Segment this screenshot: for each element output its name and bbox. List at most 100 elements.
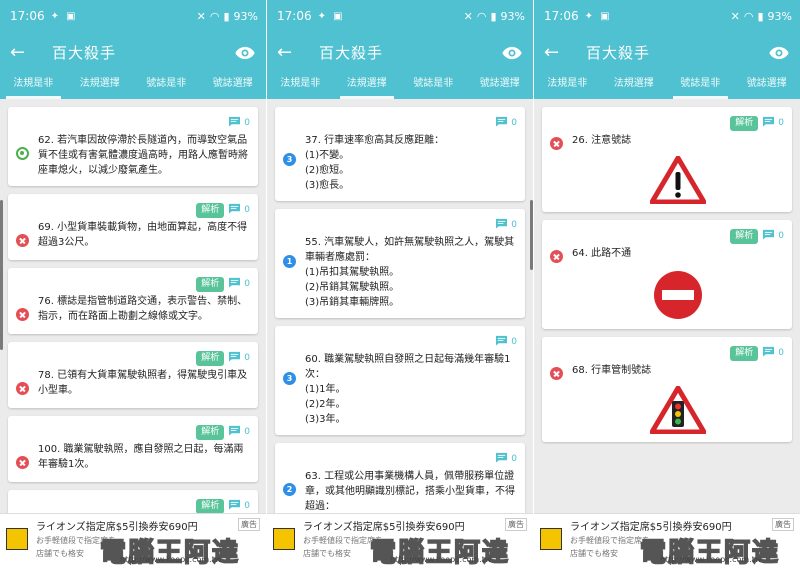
ad-label[interactable]: 廣告	[505, 518, 527, 531]
question-card[interactable]: 0155. 汽車駕駛人，如許無駕駛執照之人，駕駛其車輛者應處罰：(1)吊扣其駕駛…	[275, 209, 525, 318]
analysis-button[interactable]: 解析	[196, 425, 224, 440]
ad-banner[interactable]: ライオンズ指定席$5引換券安690円お手軽値段で指定席を、店舗でも格安廣告	[534, 513, 800, 563]
eye-icon[interactable]	[501, 45, 523, 59]
question-text: 76. 標誌是指管制道路交通，表示警告、禁制、指示，而在路面上勘劃之線條或文字。	[38, 294, 250, 324]
eye-icon[interactable]	[768, 45, 790, 59]
question-line: (3)愈長。	[305, 178, 517, 193]
answer-number-badge: 2	[283, 483, 296, 496]
tab-4[interactable]: 號誌選擇	[734, 72, 800, 99]
ad-label[interactable]: 廣告	[772, 518, 794, 531]
comment-button[interactable]: 0	[762, 116, 784, 130]
question-text: 100. 職業駕駛執照，應自發照之日起，每滿兩年審驗1次。	[38, 442, 250, 472]
question-text: 55. 汽車駕駛人，如許無駕駛執照之人，駕駛其車輛者應處罰：(1)吊扣其駕駛執照…	[305, 235, 517, 310]
ad-banner[interactable]: ライオンズ指定席$5引換券安690円お手軽値段で指定席を、店舗でも格安廣告	[267, 513, 533, 563]
back-arrow-icon[interactable]: ←	[544, 42, 566, 63]
comment-count: 0	[244, 279, 250, 289]
ad-logo-icon	[540, 528, 562, 550]
ad-label[interactable]: 廣告	[238, 518, 260, 531]
question-text: 69. 小型貨車裝載貨物，由地面算起，高度不得超過3公尺。	[38, 220, 250, 250]
ad-banner[interactable]: ライオンズ指定席$5引換券安690円お手軽値段で指定席を、店舗でも格安廣告	[0, 513, 266, 563]
tab-2[interactable]: 法規選擇	[601, 72, 668, 99]
question-card[interactable]: 062. 若汽車因故停滯於長隧道內，而導致空氣品質不佳或有害氣體濃度過高時，用路…	[8, 107, 258, 186]
question-card[interactable]: 解析 0 69. 小型貨車裝載貨物，由地面算起，高度不得超過3公尺。	[8, 194, 258, 260]
comment-icon	[495, 116, 508, 130]
analysis-button[interactable]: 解析	[730, 116, 758, 131]
analysis-button[interactable]: 解析	[196, 351, 224, 366]
ad-title: ライオンズ指定席$5引換券安690円	[36, 518, 198, 533]
question-line: (1)吊扣其駕駛執照。	[305, 265, 517, 280]
question-line: 37. 行車速率愈高其反應距離：	[305, 133, 517, 148]
tab-3[interactable]: 號誌是非	[667, 72, 734, 99]
signal-icon: ▮	[757, 10, 763, 23]
question-text: 63. 工程或公用事業機構人員，佩帶服務單位證章，或其他明顯識別標記，搭乘小型貨…	[305, 469, 517, 513]
comment-button[interactable]: 0	[228, 277, 250, 291]
comment-icon	[762, 229, 775, 243]
comment-count: 0	[511, 454, 517, 464]
analysis-button[interactable]: 解析	[196, 203, 224, 218]
wrong-icon	[16, 308, 29, 321]
comment-button[interactable]: 0	[495, 218, 517, 232]
question-line: 69. 小型貨車裝載貨物，由地面算起，高度不得超過3公尺。	[38, 220, 250, 250]
question-line: (2)愈短。	[305, 163, 517, 178]
eye-icon[interactable]	[234, 45, 256, 59]
comment-button[interactable]: 0	[495, 116, 517, 130]
question-card[interactable]: 0 2 63. 工程或公用事業機構人員，佩帶服務單位證章，或其他明顯識別標記，搭乘小…	[275, 443, 525, 513]
scrollbar-thumb[interactable]	[0, 200, 3, 350]
back-arrow-icon[interactable]: ←	[277, 42, 299, 63]
analysis-button[interactable]: 解析	[730, 346, 758, 361]
comment-button[interactable]: 0	[228, 116, 250, 130]
tab-3[interactable]: 號誌是非	[400, 72, 467, 99]
comment-button[interactable]: 0	[228, 425, 250, 439]
tab-4[interactable]: 號誌選擇	[200, 72, 267, 99]
question-card[interactable]: 解析064. 此路不通	[542, 220, 792, 329]
question-card[interactable]: 解析 0 100. 職業駕駛執照，應自發照之日起，每滿兩年審驗1次。	[8, 416, 258, 482]
wifi-icon: ◠	[210, 10, 220, 23]
comment-button[interactable]: 0	[228, 499, 250, 513]
question-card[interactable]: 解析 0 76. 標誌是指管制道路交通，表示警告、禁制、指示，而在路面上勘劃之線條或…	[8, 268, 258, 334]
tab-4[interactable]: 號誌選擇	[467, 72, 534, 99]
comment-button[interactable]: 0	[495, 335, 517, 349]
tab-3[interactable]: 號誌是非	[133, 72, 200, 99]
comment-button[interactable]: 0	[228, 351, 250, 365]
tab-2[interactable]: 法規選擇	[334, 72, 401, 99]
analysis-button[interactable]: 解析	[730, 229, 758, 244]
question-line: (3)3年。	[305, 412, 517, 427]
status-time: 17:06	[544, 9, 579, 23]
comment-button[interactable]: 0	[762, 346, 784, 360]
ad-subtitle: お手軽値段で指定席を、	[303, 535, 465, 546]
app-bar: ←百大殺手	[0, 32, 266, 72]
comment-button[interactable]: 0	[762, 229, 784, 243]
comment-button[interactable]: 0	[495, 452, 517, 466]
phone-screen-2: 17:06✦ ▣✕◠▮93%←百大殺手法規是非法規選擇號誌是非號誌選擇0337.…	[267, 0, 533, 563]
question-card[interactable]: 解析068. 行車管制號誌	[542, 337, 792, 442]
tab-1[interactable]: 法規是非	[267, 72, 334, 99]
wrong-icon	[550, 137, 563, 150]
question-text: 60. 職業駕駛執照自發照之日起每滿幾年審驗1次：(1)1年。(2)2年。(3)…	[305, 352, 517, 427]
analysis-button[interactable]: 解析	[196, 277, 224, 292]
tab-1[interactable]: 法規是非	[534, 72, 601, 99]
question-card[interactable]: 0337. 行車速率愈高其反應距離：(1)不變。(2)愈短。(3)愈長。	[275, 107, 525, 201]
analysis-button[interactable]: 解析	[196, 499, 224, 514]
mute-icon: ✕	[197, 10, 206, 23]
question-list[interactable]: 解析026. 注意號誌解析064. 此路不通解析068. 行車管制號誌	[534, 99, 800, 513]
wrong-icon	[16, 382, 29, 395]
question-line: 76. 標誌是指管制道路交通，表示警告、禁制、指示，而在路面上勘劃之線條或文字。	[38, 294, 250, 324]
question-text: 37. 行車速率愈高其反應距離：(1)不變。(2)愈短。(3)愈長。	[305, 133, 517, 193]
tab-1[interactable]: 法規是非	[0, 72, 67, 99]
question-list[interactable]: 062. 若汽車因故停滯於長隧道內，而導致空氣品質不佳或有害氣體濃度過高時，用路…	[0, 99, 266, 513]
comment-icon	[228, 499, 241, 513]
wifi-icon: ◠	[744, 10, 754, 23]
question-line: 100. 職業駕駛執照，應自發照之日起，每滿兩年審驗1次。	[38, 442, 250, 472]
status-bar: 17:06✦ ▣✕◠▮93%	[534, 0, 800, 32]
question-card[interactable]: 解析 0	[8, 490, 258, 513]
tab-2[interactable]: 法規選擇	[67, 72, 134, 99]
question-card[interactable]: 解析026. 注意號誌	[542, 107, 792, 212]
question-card[interactable]: 解析078. 已領有大貨車駕駛執照者，得駕駛曳引車及小型車。	[8, 342, 258, 408]
back-arrow-icon[interactable]: ←	[10, 42, 32, 63]
question-line: (2)吊銷其駕駛執照。	[305, 280, 517, 295]
question-card[interactable]: 0360. 職業駕駛執照自發照之日起每滿幾年審驗1次：(1)1年。(2)2年。(…	[275, 326, 525, 435]
no-entry-sign-icon	[572, 269, 784, 321]
scrollbar-thumb[interactable]	[530, 200, 533, 270]
comment-button[interactable]: 0	[228, 203, 250, 217]
question-list[interactable]: 0337. 行車速率愈高其反應距離：(1)不變。(2)愈短。(3)愈長。0155…	[267, 99, 533, 513]
